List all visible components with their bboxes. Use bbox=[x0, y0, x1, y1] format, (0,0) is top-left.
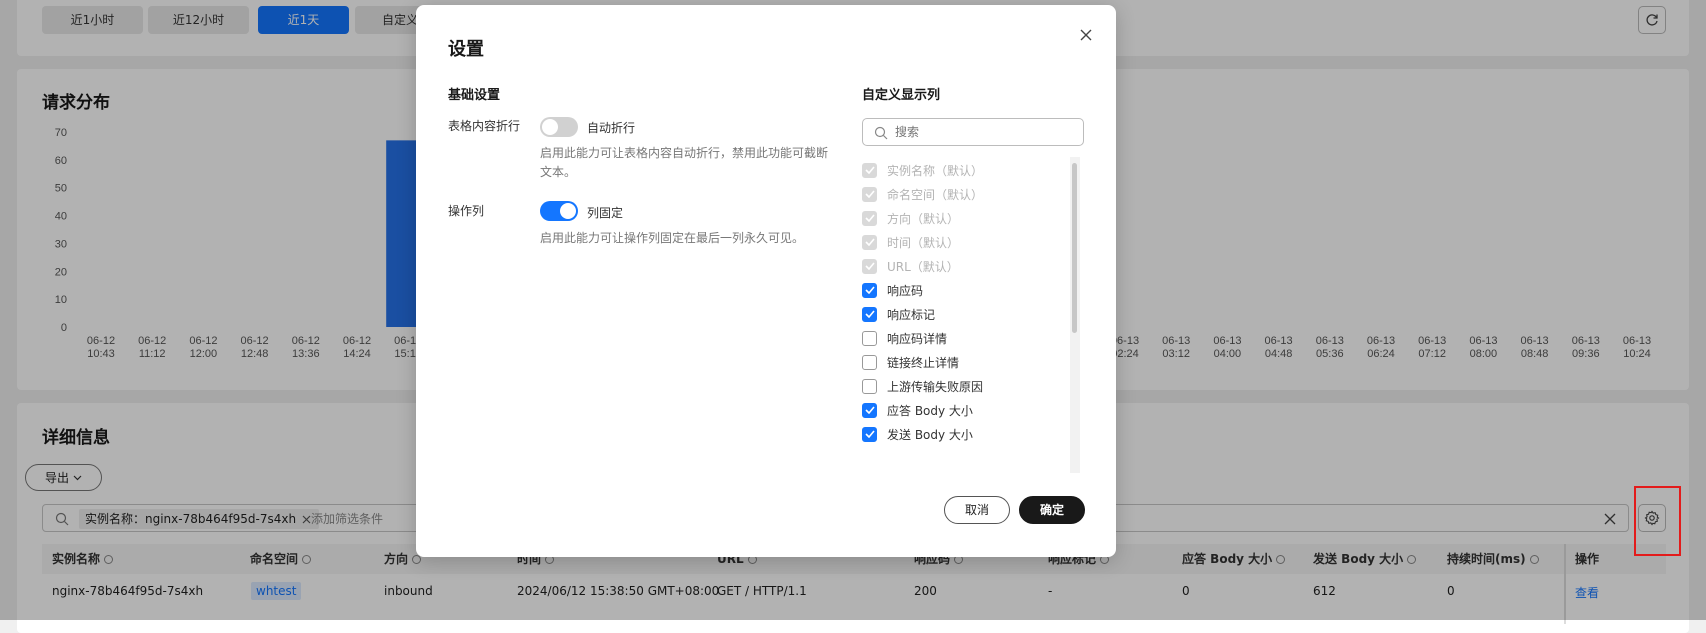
scrollbar-thumb[interactable] bbox=[1072, 163, 1077, 333]
op-switch-text: 列固定 bbox=[587, 206, 624, 220]
column-list-scrollbar[interactable] bbox=[1070, 157, 1080, 473]
column-option-label: 上游传输失败原因 bbox=[887, 379, 984, 394]
column-option-label: 响应码详情 bbox=[887, 331, 948, 346]
wrap-description: 启用此能力可让表格内容自动折行，禁用此功能可截断 文本。 bbox=[540, 144, 828, 182]
search-icon bbox=[874, 126, 888, 140]
basic-settings-title: 基础设置 bbox=[448, 88, 501, 103]
checkbox-icon[interactable] bbox=[862, 330, 877, 346]
column-option-label: 实例名称（默认） bbox=[887, 163, 984, 178]
checkbox-checked-icon bbox=[862, 258, 877, 274]
highlight-box bbox=[1634, 486, 1681, 556]
op-column-label: 操作列 bbox=[448, 204, 485, 218]
checkbox-icon[interactable] bbox=[862, 354, 877, 370]
column-option-label: 发送 Body 大小 bbox=[887, 427, 973, 442]
op-description: 启用此能力可让操作列固定在最后一列永久可见。 bbox=[540, 231, 805, 245]
column-option[interactable]: 响应码详情 bbox=[862, 328, 947, 348]
column-option-label: 命名空间（默认） bbox=[887, 187, 984, 202]
checkbox-checked-icon[interactable] bbox=[862, 282, 877, 298]
column-option: 时间（默认） bbox=[862, 232, 959, 252]
checkbox-checked-icon bbox=[862, 186, 877, 202]
op-column-toggle[interactable] bbox=[540, 201, 578, 221]
column-option[interactable]: 响应码 bbox=[862, 280, 923, 300]
column-option-label: 时间（默认） bbox=[887, 235, 960, 250]
column-search[interactable] bbox=[862, 118, 1084, 146]
column-checklist: 实例名称（默认） 命名空间（默认） 方向（默认） 时间（默认） URL（默认） 响应码响应… bbox=[862, 160, 1082, 476]
column-option-label: URL（默认） bbox=[887, 259, 959, 274]
column-search-input[interactable] bbox=[893, 123, 1073, 141]
checkbox-icon[interactable] bbox=[862, 378, 877, 394]
custom-columns-title: 自定义显示列 bbox=[862, 88, 941, 103]
column-option-label: 链接终止详情 bbox=[887, 355, 960, 370]
dialog-title: 设置 bbox=[448, 39, 484, 60]
wrap-label: 表格内容折行 bbox=[448, 119, 521, 133]
column-option: 实例名称（默认） bbox=[862, 160, 983, 180]
checkbox-checked-icon[interactable] bbox=[862, 402, 877, 418]
cancel-button[interactable]: 取消 bbox=[944, 496, 1010, 524]
checkbox-checked-icon[interactable] bbox=[862, 306, 877, 322]
column-option[interactable]: 响应标记 bbox=[862, 304, 935, 324]
wrap-desc-line2: 文本。 bbox=[540, 165, 577, 179]
settings-dialog: 设置 基础设置 表格内容折行 自动折行 启用此能力可让表格内容自动折行，禁用此功… bbox=[416, 5, 1116, 557]
column-option: 方向（默认） bbox=[862, 208, 959, 228]
checkbox-checked-icon[interactable] bbox=[862, 426, 877, 442]
column-option: 命名空间（默认） bbox=[862, 184, 983, 204]
column-option[interactable]: 链接终止详情 bbox=[862, 352, 959, 372]
close-icon[interactable] bbox=[1078, 27, 1094, 43]
column-option-label: 方向（默认） bbox=[887, 211, 960, 226]
column-option: URL（默认） bbox=[862, 256, 959, 276]
column-option-label: 响应标记 bbox=[887, 307, 936, 322]
column-option[interactable]: 应答 Body 大小 bbox=[862, 400, 973, 420]
checkbox-checked-icon bbox=[862, 162, 877, 178]
checkbox-checked-icon bbox=[862, 210, 877, 226]
wrap-desc-line1: 启用此能力可让表格内容自动折行，禁用此功能可截断 bbox=[540, 146, 829, 160]
wrap-toggle[interactable] bbox=[540, 117, 578, 137]
confirm-button[interactable]: 确定 bbox=[1019, 496, 1085, 524]
column-option-label: 应答 Body 大小 bbox=[887, 403, 973, 418]
checkbox-checked-icon bbox=[862, 234, 877, 250]
column-option[interactable]: 上游传输失败原因 bbox=[862, 376, 983, 396]
column-option[interactable]: 发送 Body 大小 bbox=[862, 424, 973, 444]
column-option-label: 响应码 bbox=[887, 283, 924, 298]
wrap-switch-text: 自动折行 bbox=[587, 121, 636, 135]
